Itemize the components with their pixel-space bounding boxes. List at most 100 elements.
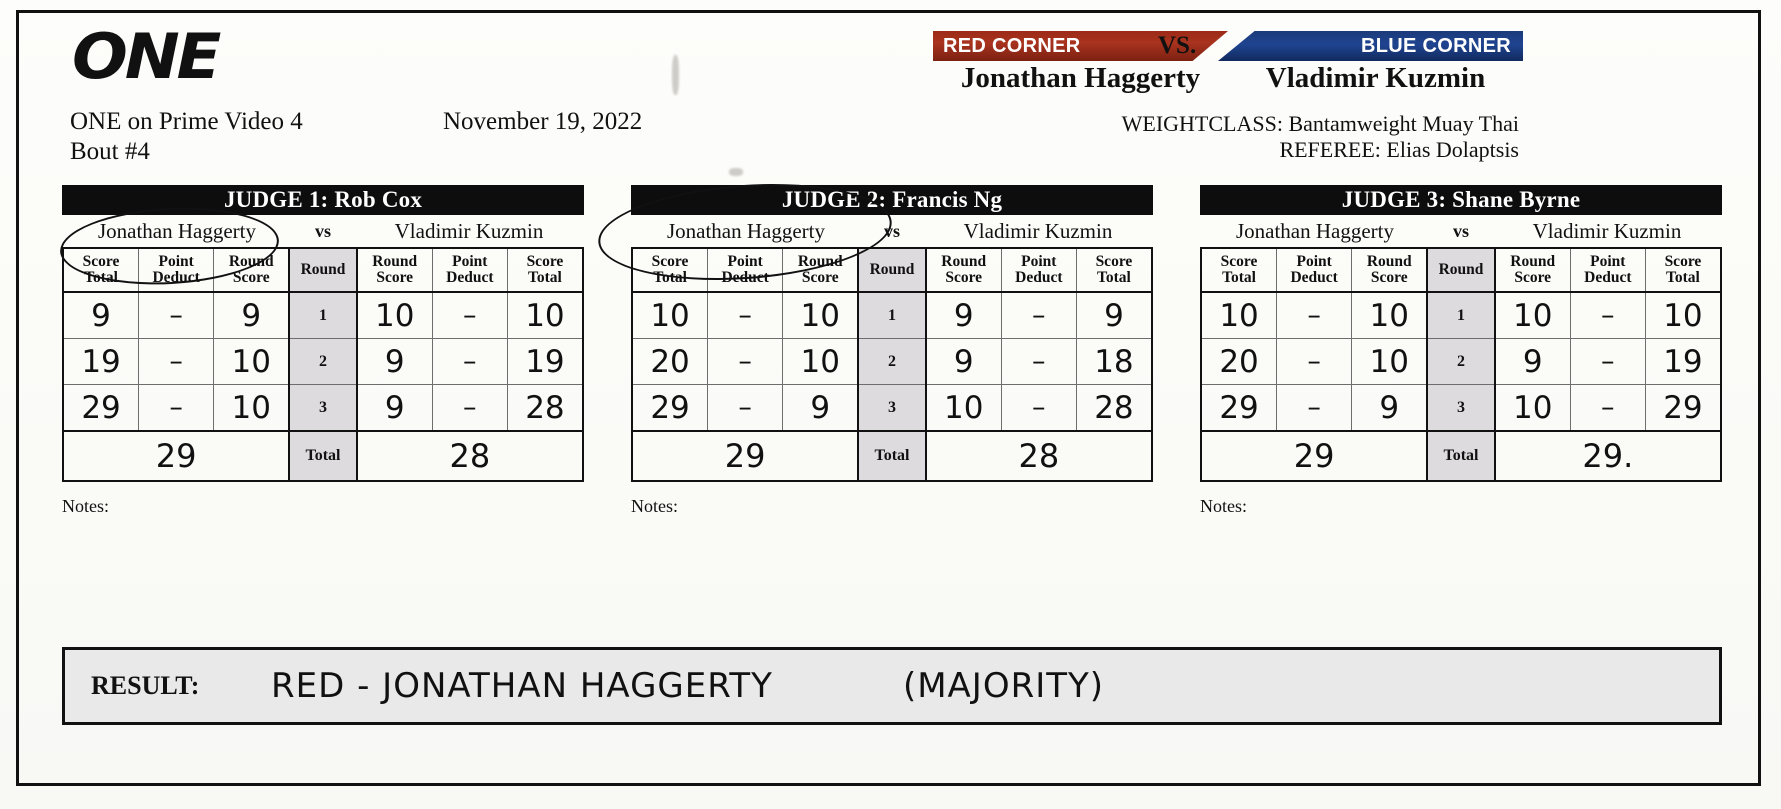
table-row: 10–10 1 9–9: [631, 291, 1153, 339]
cell-right-total: 28: [925, 430, 1153, 482]
scan-smudge: [729, 168, 743, 176]
table-total-row: 29 Total 29.: [1200, 430, 1722, 482]
table-row: 29–9 3 10–29: [1200, 384, 1722, 432]
referee-value: Elias Dolaptsis: [1386, 137, 1519, 162]
cell-left-score-total: 20: [631, 338, 709, 385]
cell-left-point-deduct: –: [138, 338, 215, 385]
judge-block: JUDGE 3: Shane Byrne Jonathan Haggerty vs V…: [1200, 185, 1722, 517]
cell-left-point-deduct: –: [707, 291, 784, 339]
cell-round-number: 2: [288, 338, 358, 385]
table-row: 10–10 1 10–10: [1200, 291, 1722, 339]
judge-left-fighter: Jonathan Haggerty: [97, 218, 257, 243]
cell-left-point-deduct: –: [138, 384, 215, 432]
judge-score-table: Score Total Point Deduct Round Score Round Roun…: [631, 247, 1153, 482]
cell-right-point-deduct: –: [431, 384, 508, 432]
header-right-score-total: Score Total: [1075, 247, 1153, 293]
judge-block: JUDGE 1: Rob Cox Jonathan Haggerty vs Vladi…: [62, 185, 584, 517]
cell-right-point-deduct: –: [1569, 384, 1646, 432]
scan-smudge: [672, 55, 679, 95]
cell-right-round-score: 9: [925, 338, 1002, 385]
cell-right-round-score: 9: [356, 338, 433, 385]
event-name: ONE on Prime Video 4: [70, 108, 303, 135]
header-right-point-deduct: Point Deduct: [431, 247, 508, 293]
result-box: RESULT: RED - JONATHAN HAGGERTY (MAJORIT…: [62, 647, 1722, 725]
cell-left-score-total: 10: [1200, 291, 1278, 339]
judge-right-fighter: Vladimir Kuzmin: [394, 218, 544, 243]
cell-right-score-total: 10: [506, 291, 584, 339]
table-total-row: 29 Total 28: [62, 430, 584, 482]
judge-title: JUDGE 3: Shane Byrne: [1200, 185, 1722, 215]
table-row: 29–10 3 9–28: [62, 384, 584, 432]
table-header-row: Score Total Point Deduct Round Score Round Roun…: [631, 247, 1153, 293]
judge-fighters-row: Jonathan Haggerty vs Vladimir Kuzmin: [631, 215, 1153, 247]
cell-right-round-score: 10: [1494, 384, 1571, 432]
one-championship-logo: ONE: [72, 20, 221, 93]
cell-left-round-score: 9: [782, 384, 859, 432]
weightclass-label: WEIGHTCLASS:: [1121, 111, 1283, 136]
result-winner: RED - JONATHAN HAGGERTY: [271, 666, 773, 706]
cell-right-point-deduct: –: [431, 338, 508, 385]
cell-right-score-total: 19: [1644, 338, 1722, 385]
judge-score-table: Score Total Point Deduct Round Score Round Roun…: [62, 247, 584, 482]
table-row: 20–10 2 9–18: [631, 338, 1153, 385]
cell-right-point-deduct: –: [1000, 384, 1077, 432]
header-left-point-deduct: Point Deduct: [1276, 247, 1353, 293]
cell-left-round-score: 9: [1351, 384, 1428, 432]
referee-line: REFEREE: Elias Dolaptsis: [1279, 137, 1519, 163]
table-header-row: Score Total Point Deduct Round Score Round Roun…: [62, 247, 584, 293]
cell-left-point-deduct: –: [138, 291, 215, 339]
cell-left-point-deduct: –: [1276, 338, 1353, 385]
cell-right-score-total: 28: [1075, 384, 1153, 432]
judge-left-fighter: Jonathan Haggerty: [1235, 218, 1395, 243]
cell-right-score-total: 10: [1644, 291, 1722, 339]
cell-left-round-score: 10: [782, 338, 859, 385]
table-header-row: Score Total Point Deduct Round Score Round Roun…: [1200, 247, 1722, 293]
cell-left-round-score: 10: [1351, 291, 1428, 339]
header-right-round-score: Round Score: [925, 247, 1002, 293]
cell-right-score-total: 18: [1075, 338, 1153, 385]
table-row: 19–10 2 9–19: [62, 338, 584, 385]
header-round: Round: [1426, 247, 1496, 293]
result-method: (MAJORITY): [902, 666, 1105, 706]
cell-right-point-deduct: –: [1569, 291, 1646, 339]
referee-label: REFEREE:: [1279, 137, 1381, 162]
cell-left-round-score: 10: [1351, 338, 1428, 385]
cell-right-total: 28: [356, 430, 584, 482]
header-left-score-total: Score Total: [1200, 247, 1278, 293]
cell-left-point-deduct: –: [1276, 291, 1353, 339]
header-right-score-total: Score Total: [1644, 247, 1722, 293]
header-right-round-score: Round Score: [1494, 247, 1571, 293]
cell-round-number: 2: [1426, 338, 1496, 385]
judge-left-fighter: Jonathan Haggerty: [666, 218, 826, 243]
cell-right-round-score: 9: [1494, 338, 1571, 385]
header-right-round-score: Round Score: [356, 247, 433, 293]
header-left-score-total: Score Total: [62, 247, 140, 293]
weightclass-value: Bantamweight Muay Thai: [1288, 111, 1519, 136]
cell-round-number: 1: [857, 291, 927, 339]
cell-round-number: 2: [857, 338, 927, 385]
vs-label: VS.: [1158, 32, 1197, 59]
header-right-point-deduct: Point Deduct: [1000, 247, 1077, 293]
judge-title: JUDGE 1: Rob Cox: [62, 185, 584, 215]
table-row: 9–9 1 10–10: [62, 291, 584, 339]
cell-right-total: 29.: [1494, 430, 1722, 482]
cell-round-number: 3: [1426, 384, 1496, 432]
cell-round-number: 1: [1426, 291, 1496, 339]
judge-fighters-row: Jonathan Haggerty vs Vladimir Kuzmin: [62, 215, 584, 247]
header-left-round-score: Round Score: [1351, 247, 1428, 293]
label-total: Total: [857, 430, 927, 482]
header-left-round-score: Round Score: [213, 247, 290, 293]
label-total: Total: [288, 430, 358, 482]
judge-fighters-row: Jonathan Haggerty vs Vladimir Kuzmin: [1200, 215, 1722, 247]
cell-right-score-total: 9: [1075, 291, 1153, 339]
judge-right-fighter: Vladimir Kuzmin: [1532, 218, 1682, 243]
cell-right-point-deduct: –: [1000, 291, 1077, 339]
cell-left-point-deduct: –: [1276, 384, 1353, 432]
cell-right-score-total: 29: [1644, 384, 1722, 432]
blue-fighter-name: Vladimir Kuzmin: [1265, 62, 1486, 94]
weightclass-line: WEIGHTCLASS: Bantamweight Muay Thai: [1122, 111, 1519, 137]
header-left-point-deduct: Point Deduct: [707, 247, 784, 293]
bout-number: Bout #4: [70, 138, 150, 165]
result-label: RESULT:: [91, 671, 200, 700]
blue-corner-banner: BLUE CORNER: [1218, 31, 1523, 61]
